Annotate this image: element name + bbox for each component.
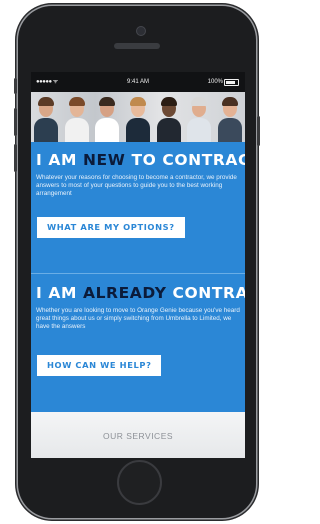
team-member-photo xyxy=(125,92,151,142)
heading-new-to-contracting: I AM NEW TO CONTRACTING xyxy=(36,151,245,169)
team-photo-banner xyxy=(31,92,245,142)
our-services-section[interactable]: OUR SERVICES xyxy=(31,412,245,458)
team-member-photo xyxy=(64,92,90,142)
team-member-photo xyxy=(94,92,120,142)
phone-screen: ●●●●● ᯤ 9:41 AM 100% I AM NEW TO CONTRAC… xyxy=(31,72,245,458)
volume-up-button xyxy=(14,108,17,136)
battery-percent: 100% xyxy=(207,79,223,85)
battery-icon xyxy=(224,79,239,86)
our-services-label: OUR SERVICES xyxy=(102,431,174,441)
section-divider xyxy=(31,273,245,274)
heading-already-contracting: I AM ALREADY CONTRACTING xyxy=(36,284,245,302)
team-member-photo xyxy=(156,92,182,142)
hero-section: I AM NEW TO CONTRACTING Whatever your re… xyxy=(31,142,245,412)
already-contracting-description: Whether you are looking to move to Orang… xyxy=(36,307,240,330)
phone-frame: ●●●●● ᯤ 9:41 AM 100% I AM NEW TO CONTRAC… xyxy=(14,6,260,518)
earpiece-speaker xyxy=(114,43,160,49)
mute-switch xyxy=(14,78,17,94)
status-bar: ●●●●● ᯤ 9:41 AM 100% xyxy=(31,72,245,92)
home-button[interactable] xyxy=(117,460,162,505)
team-member-photo xyxy=(33,92,59,142)
volume-down-button xyxy=(14,144,17,172)
team-member-photo xyxy=(186,92,212,142)
front-camera xyxy=(136,26,146,36)
how-can-we-help-button[interactable]: HOW CAN WE HELP? xyxy=(37,355,162,376)
power-button xyxy=(257,116,260,146)
new-contracting-description: Whatever your reasons for choosing to be… xyxy=(36,174,237,197)
team-member-photo xyxy=(217,92,243,142)
what-are-my-options-button[interactable]: WHAT ARE MY OPTIONS? xyxy=(37,217,185,238)
